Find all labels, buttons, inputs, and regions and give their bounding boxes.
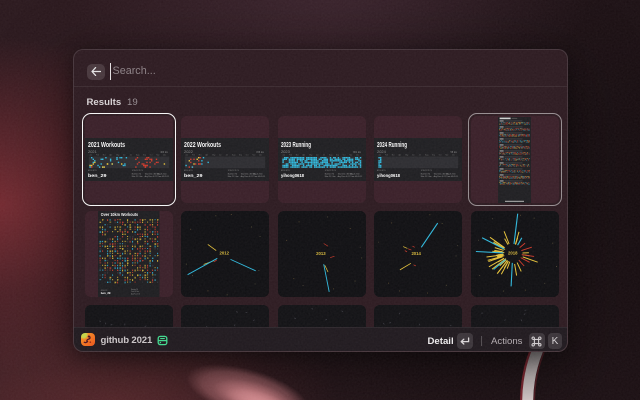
svg-text:Feb: Feb	[192, 154, 195, 156]
svg-text:2024: 2024	[377, 149, 387, 154]
svg-text:Max 21.1 km: Max 21.1 km	[228, 176, 239, 178]
svg-text:Jan: Jan	[282, 154, 285, 156]
svg-text:Over 10km Workouts: Over 10km Workouts	[101, 212, 139, 217]
svg-text:Dec: Dec	[259, 154, 262, 156]
svg-text:Jan: Jan	[379, 154, 382, 156]
svg-text:58 km: 58 km	[451, 151, 457, 154]
svg-text:Jun: Jun	[219, 154, 222, 156]
svg-text:Nov: Nov	[446, 154, 449, 156]
svg-text:Max 21.1 km: Max 21.1 km	[421, 176, 432, 178]
svg-text:Time 49:05:11: Time 49:05:11	[447, 176, 459, 178]
svg-text:May: May	[405, 154, 408, 156]
svg-text:May: May	[212, 154, 215, 156]
svg-text:Jun: Jun	[316, 154, 319, 156]
svg-text:2012: 2012	[220, 250, 230, 255]
svg-text:Jan: Jan	[186, 154, 189, 156]
svg-text:2022 Workouts: 2022 Workouts	[184, 142, 221, 149]
svg-text:Dec: Dec	[356, 154, 359, 156]
svg-text:ben_29: ben_29	[101, 291, 111, 295]
svg-text:Nov: Nov	[253, 154, 256, 156]
svg-text:Nov: Nov	[349, 154, 352, 156]
svg-text:2023 Running: 2023 Running	[281, 142, 311, 149]
svg-text:2014: 2014	[412, 250, 422, 255]
svg-text:Feb: Feb	[385, 154, 388, 156]
svg-text:801 km: 801 km	[353, 151, 361, 154]
svg-text:Sep: Sep	[432, 154, 435, 156]
svg-text:2024 Running: 2024 Running	[377, 142, 407, 149]
svg-text:Sep: Sep	[336, 154, 339, 156]
svg-text:156 km: 156 km	[256, 151, 264, 154]
svg-text:2022: 2022	[184, 149, 194, 154]
svg-text:May: May	[309, 154, 312, 156]
svg-text:Time 49:05:11: Time 49:05:11	[350, 176, 362, 178]
svg-text:Sep: Sep	[239, 154, 242, 156]
svg-text:Dec: Dec	[452, 154, 455, 156]
svg-text:2013: 2013	[316, 251, 326, 256]
svg-text:2018: 2018	[508, 250, 518, 255]
svg-text:Feb: Feb	[289, 154, 292, 156]
svg-text:Jun: Jun	[412, 154, 415, 156]
svg-text:Time 49:05:11: Time 49:05:11	[254, 176, 266, 178]
svg-text:Max 21.1 km: Max 21.1 km	[325, 176, 336, 178]
svg-text:2023: 2023	[281, 149, 291, 154]
